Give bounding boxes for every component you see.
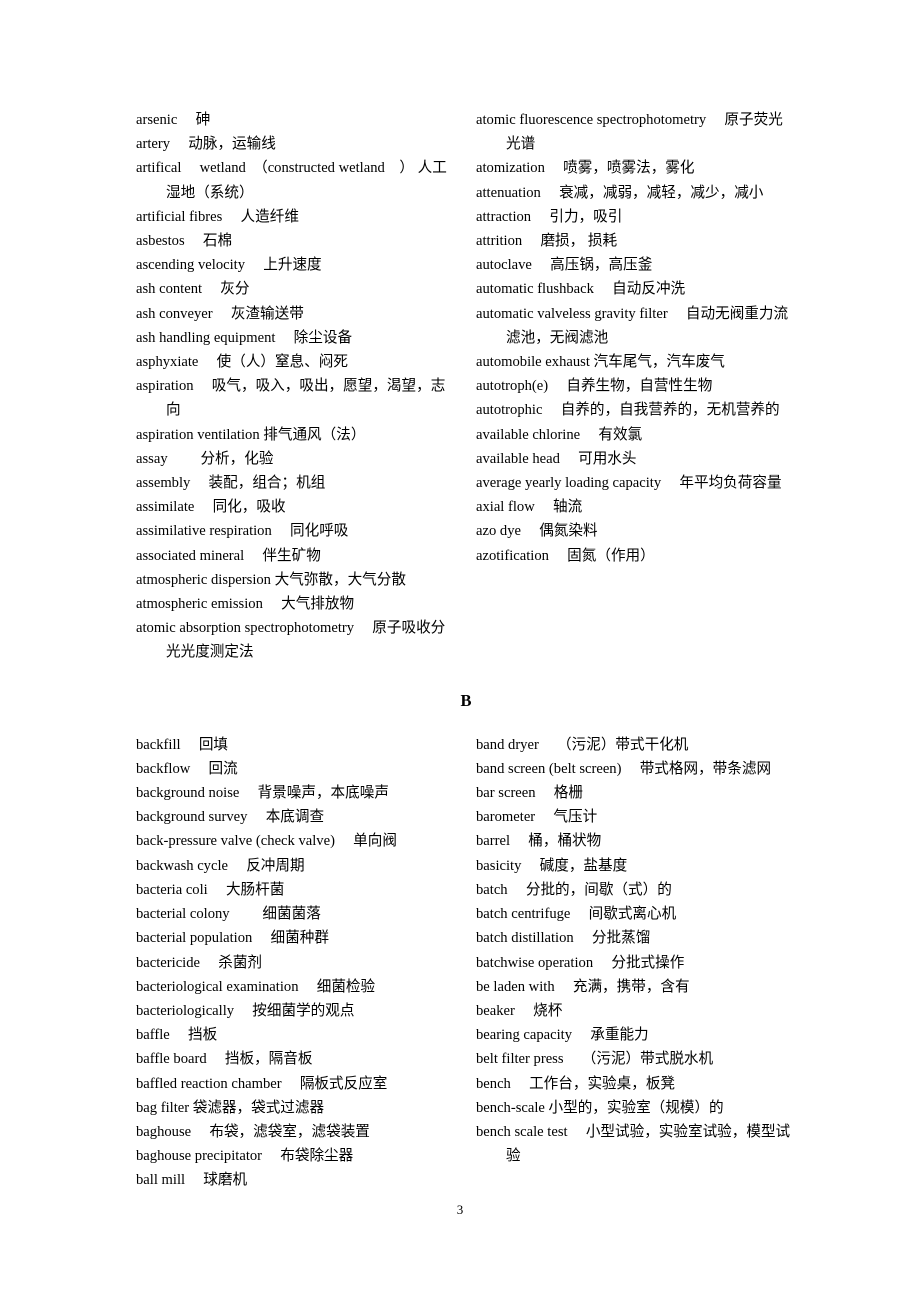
glossary-page: arsenic 砷 artery 动脉，运输线 artifical wetland …	[0, 0, 920, 1302]
glossary-entry: baffle 挡板	[136, 1027, 218, 1044]
glossary-entry: assay 分析，化验	[136, 450, 274, 467]
glossary-entry: automobile exhaust 汽车尾气，汽车废气	[476, 354, 725, 371]
spacer-above-section-letter	[136, 665, 796, 691]
glossary-entry: ash conveyer 灰渣输送带	[136, 305, 304, 322]
glossary-entry: atomization 喷雾，喷雾法，雾化	[476, 160, 695, 177]
glossary-entry: batch 分批的，间歇（式）的	[476, 881, 672, 898]
glossary-entry: baffled reaction chamber 隔板式反应室	[136, 1075, 388, 1092]
glossary-entry: axial flow 轴流	[476, 499, 583, 516]
glossary-entry: asbestos 石棉	[136, 233, 233, 250]
glossary-entry: atomic absorption spectrophotometry 原子吸收…	[136, 620, 446, 661]
glossary-entry: attenuation 衰减，减弱，减轻，减少，减小	[476, 184, 764, 201]
glossary-entry: artery 动脉，运输线	[136, 136, 276, 153]
glossary-entry: bactericide 杀菌剂	[136, 954, 263, 971]
glossary-entry: artificial fibres 人造纤维	[136, 208, 299, 225]
spacer-below-section-letter	[136, 711, 796, 733]
glossary-entry: back-pressure valve (check valve) 单向阀	[136, 833, 397, 850]
glossary-entry: baffle board 挡板，隔音板	[136, 1051, 313, 1068]
glossary-entry: ascending velocity 上升速度	[136, 257, 322, 274]
glossary-entry: aspiration 吸气，吸入，吸出，愿望，渴望，志向	[136, 378, 446, 419]
section-letter-heading: B	[460, 690, 472, 710]
glossary-entry: backfill 回填	[136, 736, 229, 753]
section-b-left-column: backfill 回填 backflow 回流 background noise 背…	[136, 733, 456, 1193]
glossary-entry: bench 工作台，实验桌，板凳	[476, 1075, 676, 1092]
glossary-entry: artifical wetland （constructed wetland ）…	[136, 160, 447, 201]
section-a-left-column: arsenic 砷 artery 动脉，运输线 artifical wetland …	[136, 108, 456, 665]
glossary-entry: atmospheric emission 大气排放物	[136, 596, 355, 613]
glossary-entry: asphyxiate 使（人）窒息、闷死	[136, 354, 348, 371]
glossary-entry: band dryer （污泥）带式干化机	[476, 736, 689, 753]
glossary-entry: ball mill 球磨机	[136, 1172, 248, 1189]
glossary-entry: barrel 桶，桶状物	[476, 833, 602, 850]
glossary-entry: ash handling equipment 除尘设备	[136, 329, 353, 346]
glossary-entry: background noise 背景噪声，本底噪声	[136, 785, 389, 802]
glossary-entry: autoclave 高压锅，高压釜	[476, 257, 653, 274]
glossary-entry: atomic fluorescence spectrophotometry 原子…	[476, 112, 783, 153]
glossary-entry: average yearly loading capacity 年平均负荷容量	[476, 475, 782, 492]
section-b-columns: backfill 回填 backflow 回流 background noise 背…	[136, 733, 796, 1193]
glossary-entry: baghouse 布袋，滤袋室，滤袋装置	[136, 1123, 370, 1140]
glossary-entry: assimilate 同化，吸收	[136, 499, 286, 516]
glossary-entry: batchwise operation 分批式操作	[476, 954, 685, 971]
glossary-entry: band screen (belt screen) 带式格网，带条滤网	[476, 760, 772, 777]
glossary-entry: background survey 本底调查	[136, 809, 325, 826]
glossary-entry: available chlorine 有效氯	[476, 426, 643, 443]
glossary-entry: bag filter 袋滤器，袋式过滤器	[136, 1099, 325, 1116]
section-a-right-column: atomic fluorescence spectrophotometry 原子…	[476, 108, 796, 568]
glossary-entry: bacterial colony 细菌菌落	[136, 906, 321, 923]
glossary-entry: bacteriological examination 细菌检验	[136, 978, 376, 995]
glossary-entry: attrition 磨损， 损耗	[476, 233, 618, 250]
glossary-entry: bacteria coli 大肠杆菌	[136, 881, 285, 898]
glossary-entry: batch distillation 分批蒸馏	[476, 930, 651, 947]
glossary-entry: attraction 引力，吸引	[476, 208, 623, 225]
glossary-entry: atmospheric dispersion 大气弥散，大气分散	[136, 571, 406, 588]
glossary-entry: basicity 碱度，盐基度	[476, 857, 628, 874]
section-a-columns: arsenic 砷 artery 动脉，运输线 artifical wetland …	[136, 108, 796, 665]
page-number: 3	[456, 1202, 464, 1217]
section-b-right-column: band dryer （污泥）带式干化机 band screen (belt sc…	[476, 733, 796, 1169]
glossary-entry: azo dye 偶氮染料	[476, 523, 598, 540]
glossary-entry: automatic flushback 自动反冲洗	[476, 281, 686, 298]
glossary-entry: ash content 灰分	[136, 281, 250, 298]
glossary-entry: backwash cycle 反冲周期	[136, 857, 305, 874]
glossary-entry: arsenic 砷	[136, 112, 211, 128]
glossary-entry: bar screen 格栅	[476, 785, 583, 802]
glossary-entry: assembly 装配，组合；机组	[136, 475, 326, 492]
glossary-entry: assimilative respiration 同化呼吸	[136, 523, 349, 540]
glossary-entry: azotification 固氮（作用）	[476, 547, 655, 564]
glossary-entry: bacterial population 细菌种群	[136, 930, 329, 947]
glossary-entry: bench scale test 小型试验，实验室试验，模型试验	[476, 1123, 791, 1165]
glossary-entry: baghouse precipitator 布袋除尘器	[136, 1148, 354, 1165]
glossary-entry: bearing capacity 承重能力	[476, 1027, 649, 1044]
glossary-entry: beaker 烧杯	[476, 1002, 563, 1019]
glossary-entry: available head 可用水头	[476, 450, 637, 467]
glossary-entry: autotroph(e) 自养生物，自营性生物	[476, 378, 713, 395]
page-content: arsenic 砷 artery 动脉，运输线 artifical wetland …	[136, 108, 796, 1193]
glossary-entry: backflow 回流	[136, 760, 238, 777]
glossary-entry: belt filter press （污泥）带式脱水机	[476, 1051, 714, 1068]
glossary-entry: autotrophic 自养的，自我营养的，无机营养的	[476, 402, 780, 419]
glossary-entry: bacteriologically 按细菌学的观点	[136, 1002, 355, 1019]
glossary-entry: bench-scale 小型的，实验室（规模）的	[476, 1099, 724, 1116]
glossary-entry: automatic valveless gravity filter 自动无阀重…	[476, 305, 789, 346]
glossary-entry: associated mineral 伴生矿物	[136, 547, 321, 564]
glossary-entry: batch centrifuge 间歇式离心机	[476, 906, 677, 923]
glossary-entry: be laden with 充满，携带，含有	[476, 978, 690, 995]
glossary-entry: barometer 气压计	[476, 809, 598, 826]
glossary-entry: aspiration ventilation 排气通风（法）	[136, 426, 366, 443]
